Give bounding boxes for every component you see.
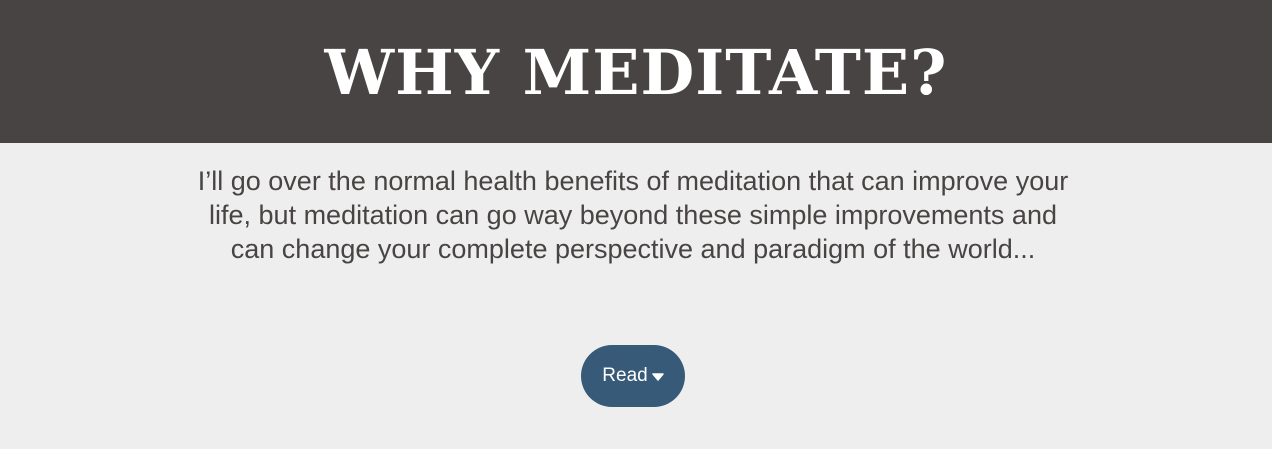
intro-text: I’ll go over the normal health benefits … bbox=[197, 166, 1069, 264]
page-title: WHY MEDITATE? bbox=[324, 36, 948, 109]
read-button-label: Read bbox=[602, 365, 648, 386]
page-header: WHY MEDITATE? bbox=[0, 0, 1272, 143]
chevron-down-icon bbox=[651, 372, 664, 382]
read-button[interactable]: Read bbox=[581, 345, 685, 407]
